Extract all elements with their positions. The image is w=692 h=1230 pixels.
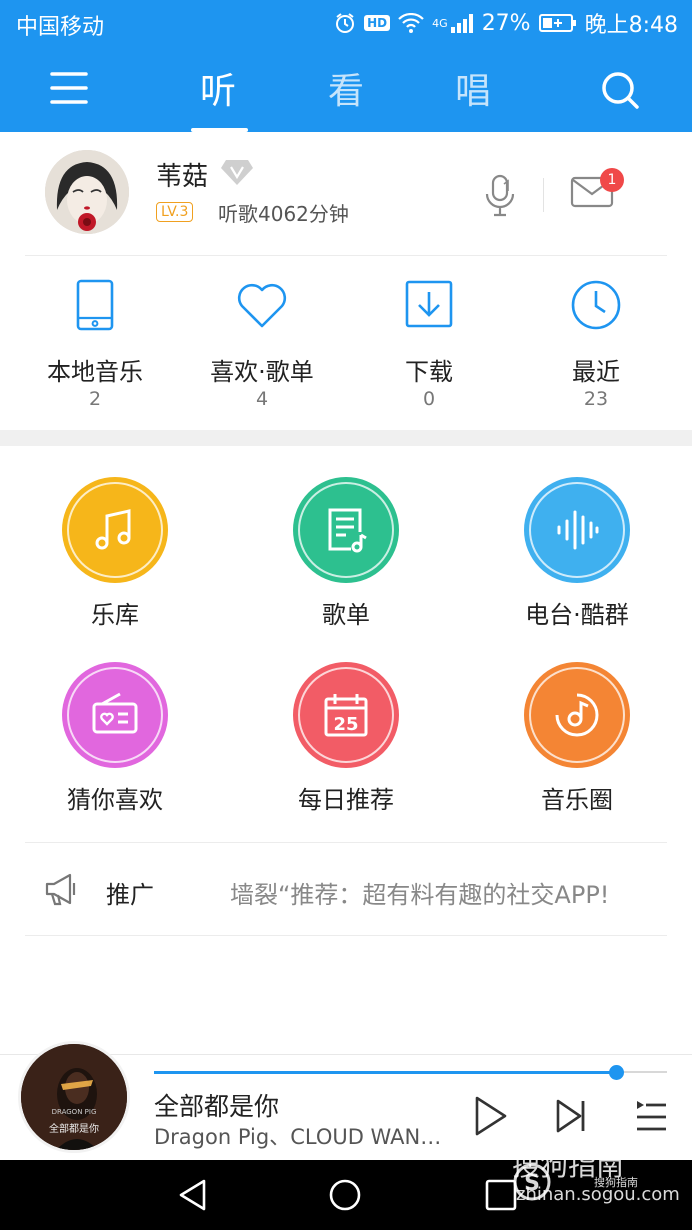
grid-label: 歌单 (322, 601, 370, 629)
music-note-icon (95, 509, 131, 550)
tab-sing[interactable]: 唱 (455, 62, 491, 114)
tab-listen[interactable]: 听 (200, 62, 236, 114)
song-title[interactable]: 全部都是你 (154, 1087, 279, 1123)
music-circle-icon (555, 693, 599, 737)
grid-item-guess-you-like[interactable]: 猜你喜欢 (0, 662, 230, 832)
mail-badge: 1 (600, 168, 624, 192)
download-item[interactable]: 下载 0 (345, 256, 513, 430)
download-icon (405, 280, 453, 328)
album-cover[interactable]: DRAGON PIG 全部都是你 (18, 1041, 130, 1153)
grid-icon-circle: 25 (293, 662, 399, 768)
cover-text: 全部都是你 (49, 1124, 99, 1135)
quick-stat-label: 本地音乐 (47, 358, 143, 386)
quick-stat-count: 4 (255, 388, 269, 410)
header-divider (543, 178, 544, 212)
diamond-vip-icon[interactable] (220, 158, 254, 186)
tab-watch[interactable]: 看 (328, 62, 364, 114)
quick-stat-count: 23 (583, 388, 609, 410)
top-bar: 中国移动 HD 4G 27% 晚上8:48 听 看 唱 (0, 0, 692, 132)
listen-time: 听歌4062分钟 (218, 202, 349, 226)
username[interactable]: 苇菇 (156, 156, 208, 193)
section-gap (0, 430, 692, 446)
carrier-label: 中国移动 (16, 15, 105, 40)
battery-percent: 27% (481, 10, 531, 36)
progress-knob[interactable] (609, 1065, 624, 1080)
next-track-icon[interactable] (554, 1095, 588, 1137)
hd-icon: HD (364, 15, 391, 31)
network-type: 4G (432, 16, 448, 30)
quick-stat-label: 喜欢·歌单 (210, 358, 314, 386)
divider (25, 935, 667, 936)
wifi-icon (398, 13, 424, 33)
favorites-playlist-item[interactable]: 喜欢·歌单 4 (178, 256, 346, 430)
clock-time: 晚上8:48 (584, 13, 678, 38)
megaphone-icon (45, 873, 76, 906)
clock-icon (571, 280, 621, 330)
grid-label: 每日推荐 (298, 786, 394, 814)
back-icon[interactable] (176, 1178, 210, 1212)
grid-icon-circle (62, 477, 168, 583)
system-nav-bar: S 搜狗指南 zhinan.sogou.com 搜狗指南 (0, 1149, 692, 1230)
grid-label: 猜你喜欢 (67, 786, 163, 814)
promo-text[interactable]: 墙裂“推荐：超有料有趣的社交APP! (230, 875, 609, 910)
radio-icon (92, 692, 138, 734)
quick-stat-count: 0 (422, 388, 436, 410)
playlist-icon (328, 508, 367, 553)
soundwave-icon (557, 510, 599, 550)
grid-icon-circle (524, 662, 630, 768)
grid-icon-circle (62, 662, 168, 768)
quick-stat-count: 2 (88, 388, 102, 410)
profile-section: 苇菇 LV.3 听歌4062分钟 1 (0, 132, 692, 256)
signal-icon (450, 14, 473, 33)
grid-item-library[interactable]: 乐库 (0, 477, 230, 647)
grid-icon-circle (524, 477, 630, 583)
playlist-queue-icon[interactable] (634, 1095, 668, 1137)
menu-icon[interactable] (50, 70, 88, 106)
watermark-small: 搜狗指南 (594, 1176, 638, 1189)
phone-icon (76, 279, 114, 331)
voice-mic-icon[interactable] (484, 174, 516, 218)
search-icon[interactable] (600, 70, 640, 110)
cover-subtext: DRAGON PIG (51, 1108, 97, 1116)
album-art (21, 1044, 127, 1150)
play-icon[interactable] (472, 1095, 508, 1137)
promo-title: 推广 (106, 881, 154, 909)
avatar[interactable] (45, 150, 129, 234)
progress-fill (154, 1071, 616, 1074)
grid-item-music-circle[interactable]: 音乐圈 (462, 662, 692, 832)
status-right: HD 4G 27% 晚上8:48 (334, 7, 678, 39)
home-icon[interactable] (328, 1178, 362, 1212)
alarm-icon (336, 13, 355, 33)
quick-stat-label: 下载 (405, 358, 453, 386)
level-badge: LV.3 (156, 202, 194, 222)
grid-item-radio-group[interactable]: 电台·酷群 (462, 477, 692, 647)
grid-label: 乐库 (91, 601, 139, 629)
promo-banner[interactable]: 推广 墙裂“推荐：超有料有趣的社交APP! (0, 843, 692, 935)
heart-icon (237, 283, 287, 328)
calendar-icon: 25 (324, 694, 368, 737)
avatar-illustration (45, 150, 129, 234)
song-artist[interactable]: Dragon Pig、CLOUD WANG… (154, 1121, 454, 1151)
quick-stats: 本地音乐 2 喜欢·歌单 4 下载 0 最近 23 (0, 256, 692, 430)
quick-stat-label: 最近 (572, 358, 620, 386)
grid-item-playlist[interactable]: 歌单 (231, 477, 461, 647)
status-bar: 中国移动 HD 4G 27% 晚上8:48 (0, 0, 692, 48)
recent-item[interactable]: 最近 23 (512, 256, 680, 430)
grid-icon-circle (293, 477, 399, 583)
grid-item-daily-recommend[interactable]: 25 每日推荐 (231, 662, 461, 832)
calendar-day: 25 (333, 714, 358, 735)
grid-label: 音乐圈 (541, 786, 613, 814)
grid-label: 电台·酷群 (525, 601, 629, 629)
main-nav: 听 看 唱 (0, 48, 692, 132)
local-music-item[interactable]: 本地音乐 2 (11, 256, 179, 430)
battery-icon (538, 14, 576, 32)
